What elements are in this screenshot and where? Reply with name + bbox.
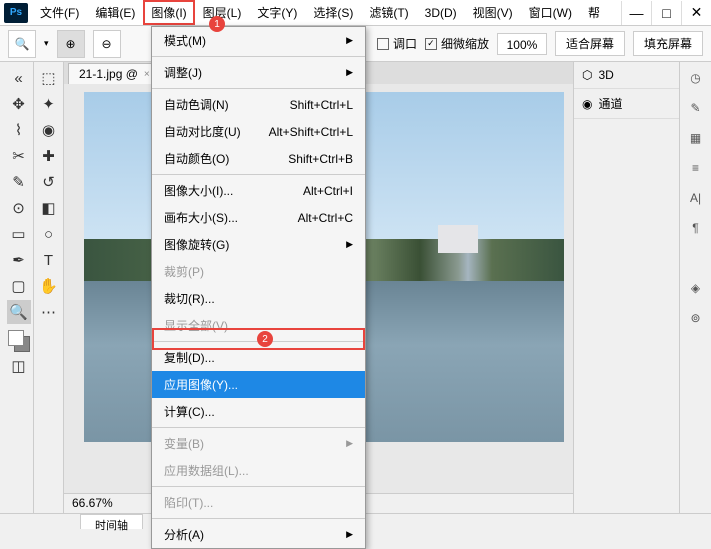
swatches-icon[interactable]: ▦	[686, 128, 706, 148]
menu-item[interactable]: 分析(A)▶	[152, 521, 365, 548]
menu-item[interactable]: 模式(M)▶	[152, 27, 365, 54]
menu-item[interactable]: 自动对比度(U)Alt+Shift+Ctrl+L	[152, 118, 365, 145]
dropdown-caret-icon[interactable]: ▾	[44, 38, 49, 49]
history-brush-tool[interactable]: ↺	[37, 170, 61, 194]
move-tool[interactable]: ✥	[7, 92, 31, 116]
scrubby-zoom-checkbox[interactable]: ✓ 细微缩放	[425, 35, 489, 52]
panel-label: 通道	[598, 95, 622, 112]
menu-item[interactable]: 图像大小(I)...Alt+Ctrl+I	[152, 177, 365, 204]
menu-item: 陷印(T)...	[152, 489, 365, 516]
zoom-tool[interactable]: 🔍	[7, 300, 31, 324]
checkbox-icon	[377, 38, 389, 50]
paragraph-icon[interactable]: ¶	[686, 218, 706, 238]
character-icon[interactable]: A|	[686, 188, 706, 208]
collapse-icon[interactable]: «	[7, 66, 31, 90]
panel-channels[interactable]: ◉ 通道	[574, 89, 679, 119]
document-tab-1[interactable]: 21-1.jpg @ ×	[68, 63, 161, 84]
menu-help[interactable]: 帮	[580, 0, 608, 25]
menu-view[interactable]: 视图(V)	[465, 0, 521, 25]
fit-screen-button[interactable]: 适合屏幕	[555, 31, 625, 56]
minimize-button[interactable]: ―	[621, 1, 651, 25]
tab-close-icon[interactable]: ×	[144, 69, 150, 80]
close-button[interactable]: ✕	[681, 1, 711, 25]
eyedropper-tool[interactable]: ◉	[37, 118, 61, 142]
brush-panel-icon[interactable]: ✎	[686, 98, 706, 118]
menu-type[interactable]: 文字(Y)	[249, 0, 305, 25]
ellipsis-tool[interactable]: ⋯	[37, 300, 61, 324]
pen-tool[interactable]: ✒	[7, 248, 31, 272]
menu-3d[interactable]: 3D(D)	[417, 2, 465, 24]
cube-icon: ⬡	[582, 68, 592, 82]
resize-window-checkbox[interactable]: 调口	[377, 35, 417, 52]
menu-item: 应用数据组(L)...	[152, 457, 365, 484]
type-tool[interactable]: T	[37, 248, 61, 272]
quickmask-tool[interactable]: ◫	[7, 354, 31, 378]
image-menu-dropdown: 模式(M)▶ 调整(J)▶ 自动色调(N)Shift+Ctrl+L自动对比度(U)A…	[151, 26, 366, 549]
zoom-100-button[interactable]: 100%	[497, 33, 547, 55]
crop-tool[interactable]: ✂	[7, 144, 31, 168]
brush-tool[interactable]: ✎	[7, 170, 31, 194]
menu-image[interactable]: 图像(I)	[143, 0, 194, 25]
libraries-icon[interactable]: ⊚	[686, 308, 706, 328]
zoom-level[interactable]: 66.67%	[72, 496, 113, 510]
menubar: Ps 文件(F) 编辑(E) 图像(I) 图层(L) 文字(Y) 选择(S) 滤…	[0, 0, 711, 26]
menu-item[interactable]: 自动颜色(O)Shift+Ctrl+B	[152, 145, 365, 172]
timeline-tab[interactable]: 时间轴	[80, 514, 143, 529]
menu-item[interactable]: 画布大小(S)...Alt+Ctrl+C	[152, 204, 365, 231]
channels-icon: ◉	[582, 97, 592, 111]
checkbox-checked-icon: ✓	[425, 38, 437, 50]
marquee-tool[interactable]: ⬚	[37, 66, 61, 90]
menu-select[interactable]: 选择(S)	[305, 0, 361, 25]
zoom-out-icon[interactable]: ⊖	[93, 30, 121, 58]
lasso-tool[interactable]: ⌇	[7, 118, 31, 142]
history-icon[interactable]: ◷	[686, 68, 706, 88]
menu-item[interactable]: 调整(J)▶	[152, 59, 365, 86]
menu-item[interactable]: 计算(C)...	[152, 398, 365, 425]
menu-item[interactable]: 应用图像(Y)...	[152, 371, 365, 398]
color-swatches[interactable]	[8, 330, 30, 352]
maximize-button[interactable]: □	[651, 1, 681, 25]
layers-icon[interactable]: ◈	[686, 278, 706, 298]
right-icon-strip: ◷ ✎ ▦ ≡ A| ¶ ◈ ⊚	[679, 62, 711, 513]
eraser-tool[interactable]: ◧	[37, 196, 61, 220]
window-controls: ― □ ✕	[621, 1, 711, 25]
menu-item[interactable]: 自动色调(N)Shift+Ctrl+L	[152, 91, 365, 118]
menu-edit[interactable]: 编辑(E)	[87, 0, 143, 25]
dodge-tool[interactable]: ○	[37, 222, 61, 246]
heal-tool[interactable]: ✚	[37, 144, 61, 168]
panel-label: 3D	[598, 68, 613, 82]
wand-tool[interactable]: ✦	[37, 92, 61, 116]
gradient-tool[interactable]: ▭	[7, 222, 31, 246]
hand-tool[interactable]: ✋	[37, 274, 61, 298]
resize-window-label: 调口	[393, 35, 417, 52]
menu-item: 裁剪(P)	[152, 258, 365, 285]
fill-screen-button[interactable]: 填充屏幕	[633, 31, 703, 56]
annotation-badge-2: 2	[257, 331, 273, 347]
menu-filter[interactable]: 滤镜(T)	[361, 0, 416, 25]
menu-item[interactable]: 裁切(R)...	[152, 285, 365, 312]
tab-title: 21-1.jpg @	[79, 67, 138, 81]
adjustments-icon[interactable]: ≡	[686, 158, 706, 178]
tool-preset-icon[interactable]: 🔍	[8, 30, 36, 58]
shape-tool[interactable]: ▢	[7, 274, 31, 298]
scrubby-zoom-label: 细微缩放	[441, 35, 489, 52]
menu-item[interactable]: 图像旋转(G)▶	[152, 231, 365, 258]
right-panel: ⬡ 3D ◉ 通道	[573, 62, 679, 513]
menu-window[interactable]: 窗口(W)	[521, 0, 580, 25]
toolbox-left-col1: « ✥ ⌇ ✂ ✎ ⊙ ▭ ✒ ▢ 🔍 ◫	[4, 62, 34, 513]
panel-3d[interactable]: ⬡ 3D	[574, 62, 679, 89]
toolbox-left-col2: ⬚ ✦ ◉ ✚ ↺ ◧ ○ T ✋ ⋯	[34, 62, 64, 513]
stamp-tool[interactable]: ⊙	[7, 196, 31, 220]
annotation-badge-1: 1	[209, 16, 225, 32]
foreground-color[interactable]	[8, 330, 24, 346]
menu-file[interactable]: 文件(F)	[32, 0, 87, 25]
menu-item: 变量(B)▶	[152, 430, 365, 457]
canvas-building	[438, 225, 478, 253]
app-logo: Ps	[4, 3, 28, 23]
zoom-in-icon[interactable]: ⊕	[57, 30, 85, 58]
